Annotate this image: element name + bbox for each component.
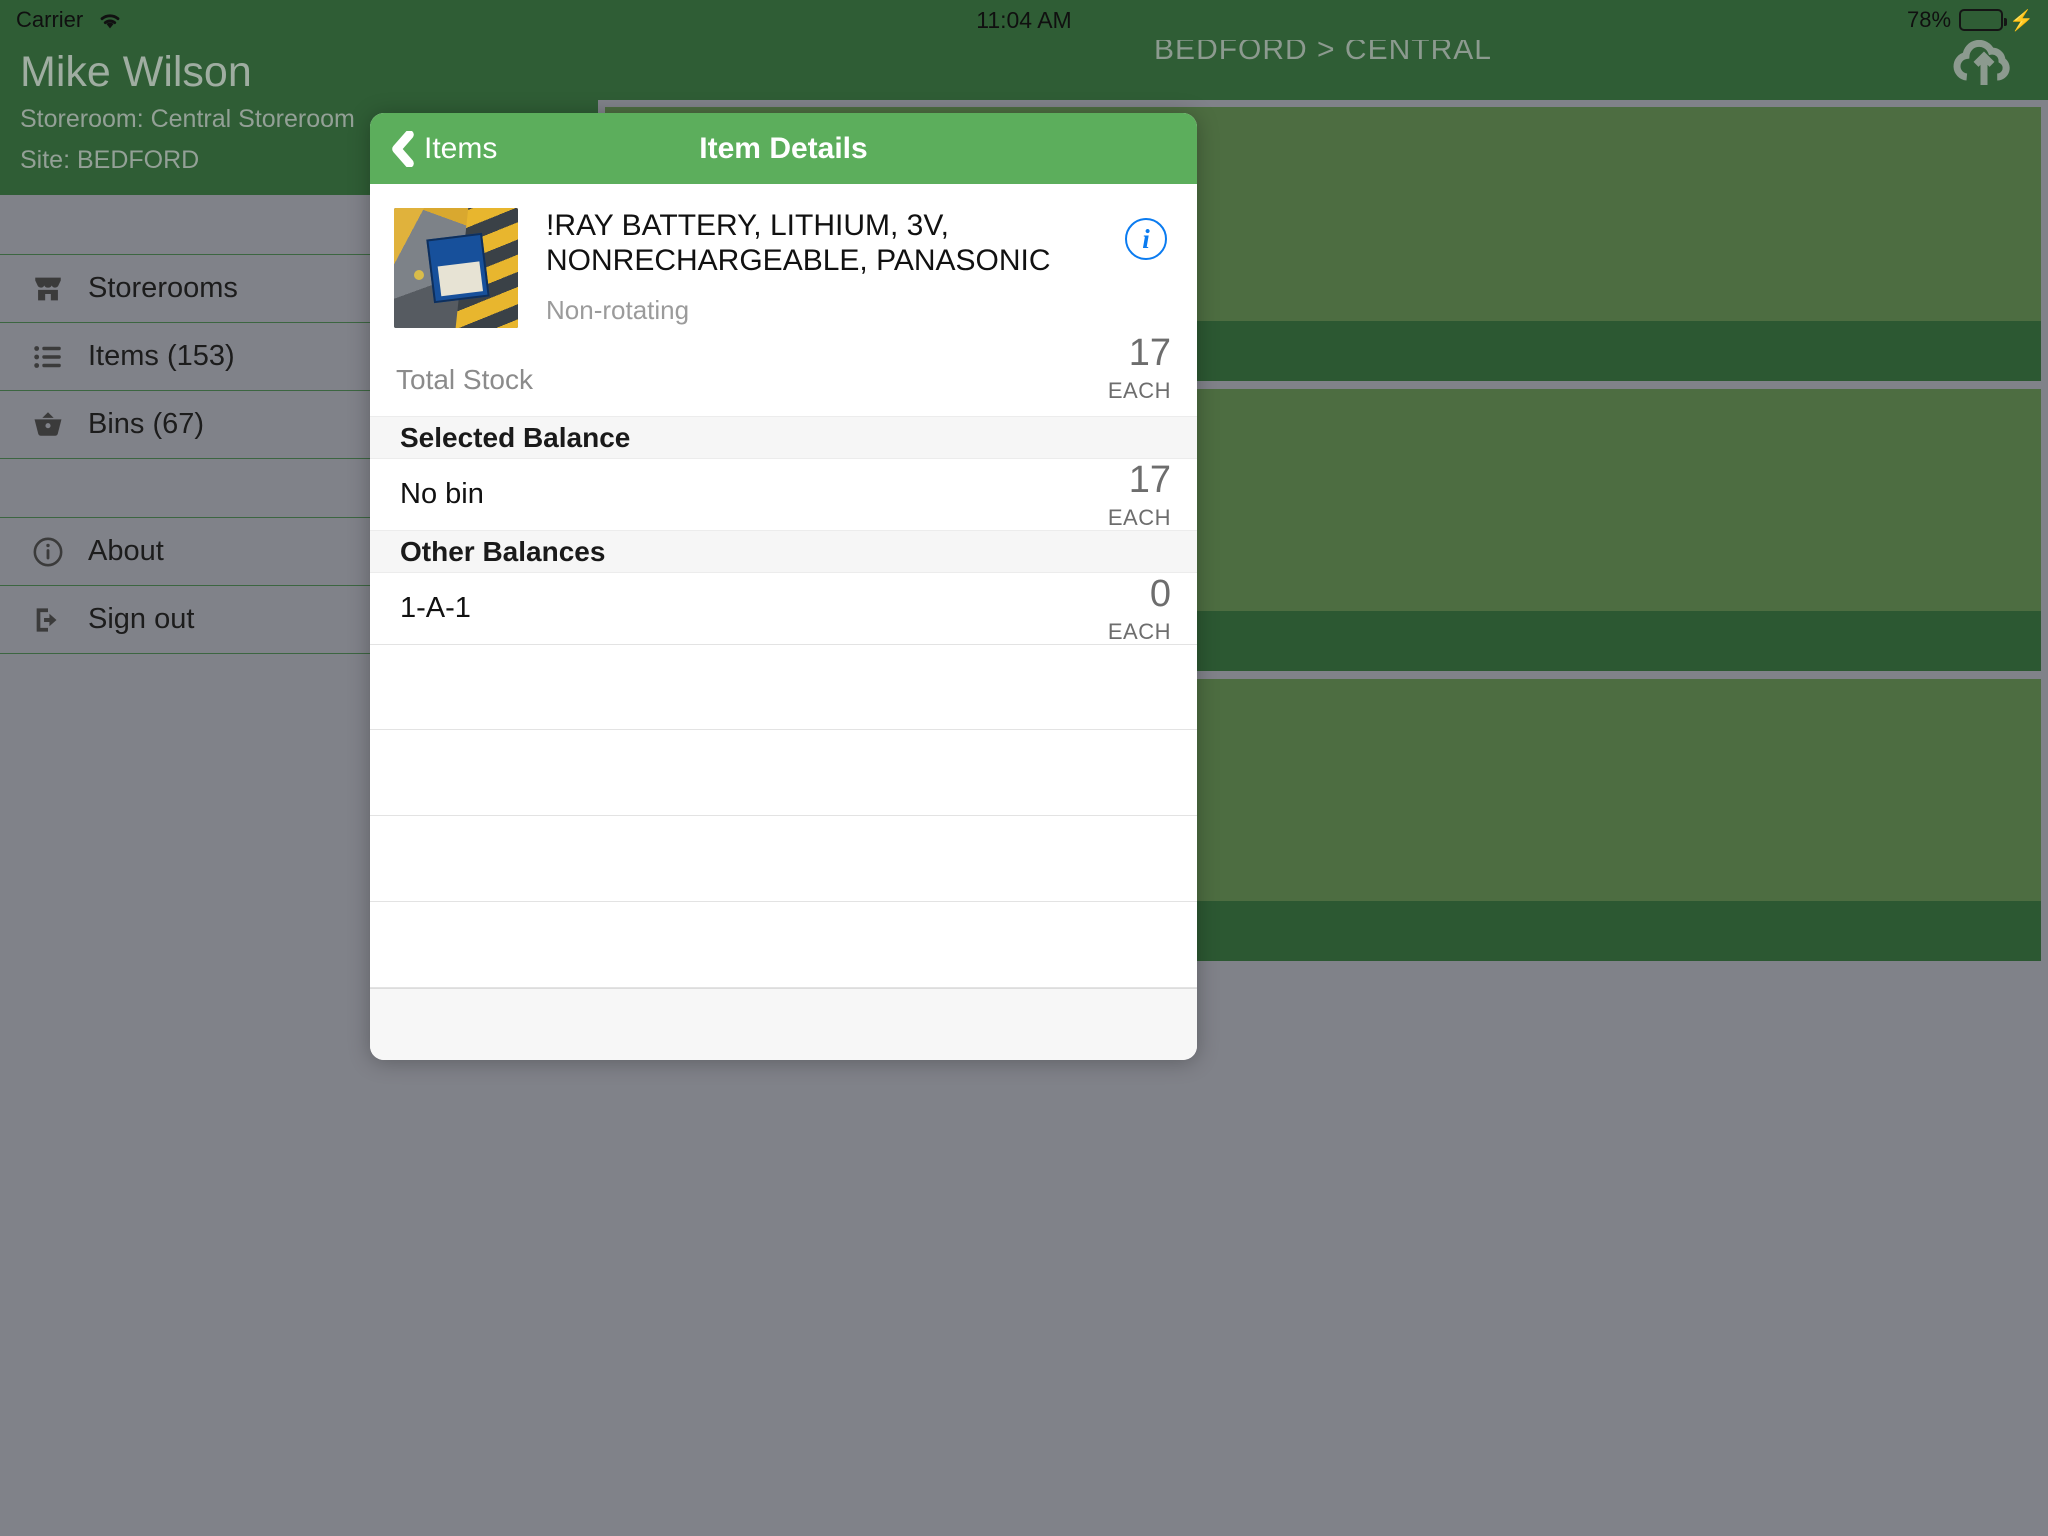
item-photo[interactable] bbox=[394, 208, 518, 328]
balance-row-selected[interactable]: No bin 17 EACH bbox=[370, 459, 1197, 530]
empty-list-row bbox=[370, 730, 1197, 816]
empty-list-row bbox=[370, 902, 1197, 988]
balance-uom: EACH bbox=[1107, 504, 1171, 530]
balance-uom: EACH bbox=[1107, 618, 1171, 644]
selected-balance-header: Selected Balance bbox=[370, 416, 1197, 460]
info-glyph: i bbox=[1142, 223, 1150, 254]
item-details-modal: Items Item Details !RAY BATTERY, LITHIUM… bbox=[370, 113, 1197, 1060]
item-text-block: !RAY BATTERY, LITHIUM, 3V, NONRECHARGEAB… bbox=[546, 208, 1173, 328]
item-photo-card bbox=[426, 232, 490, 304]
total-stock-row: Total Stock 17 EACH bbox=[370, 334, 1197, 416]
item-photo-dot bbox=[414, 270, 424, 280]
modal-header: Items Item Details bbox=[370, 113, 1197, 184]
balance-value: 0 bbox=[1149, 572, 1171, 615]
empty-list-row bbox=[370, 816, 1197, 902]
balance-row-other[interactable]: 1-A-1 0 EACH bbox=[370, 573, 1197, 644]
total-stock-label: Total Stock bbox=[396, 364, 533, 395]
modal-title: Item Details bbox=[699, 131, 868, 165]
empty-rows-area bbox=[370, 644, 1197, 988]
item-summary: !RAY BATTERY, LITHIUM, 3V, NONRECHARGEAB… bbox=[370, 184, 1197, 328]
info-circle-icon[interactable]: i bbox=[1125, 218, 1167, 260]
modal-footer bbox=[370, 988, 1197, 1060]
total-stock-uom: EACH bbox=[1107, 378, 1171, 403]
balance-bin-name: No bin bbox=[400, 478, 484, 511]
balance-quantity: 0 EACH bbox=[1108, 575, 1171, 643]
balance-quantity: 17 EACH bbox=[1108, 461, 1171, 529]
item-subtitle: Non-rotating bbox=[546, 294, 690, 325]
item-name: !RAY BATTERY, LITHIUM, 3V, NONRECHARGEAB… bbox=[546, 209, 1051, 278]
total-stock-quantity: 17 EACH bbox=[1108, 334, 1171, 402]
balance-value: 17 bbox=[1128, 458, 1171, 501]
modal-body: !RAY BATTERY, LITHIUM, 3V, NONRECHARGEAB… bbox=[370, 184, 1197, 988]
balance-bin-name: 1-A-1 bbox=[400, 592, 471, 625]
empty-list-row bbox=[370, 644, 1197, 730]
modal-overlay: Items Item Details !RAY BATTERY, LITHIUM… bbox=[0, 0, 2048, 1536]
total-stock-value: 17 bbox=[1128, 332, 1171, 374]
other-balances-header: Other Balances bbox=[370, 530, 1197, 574]
